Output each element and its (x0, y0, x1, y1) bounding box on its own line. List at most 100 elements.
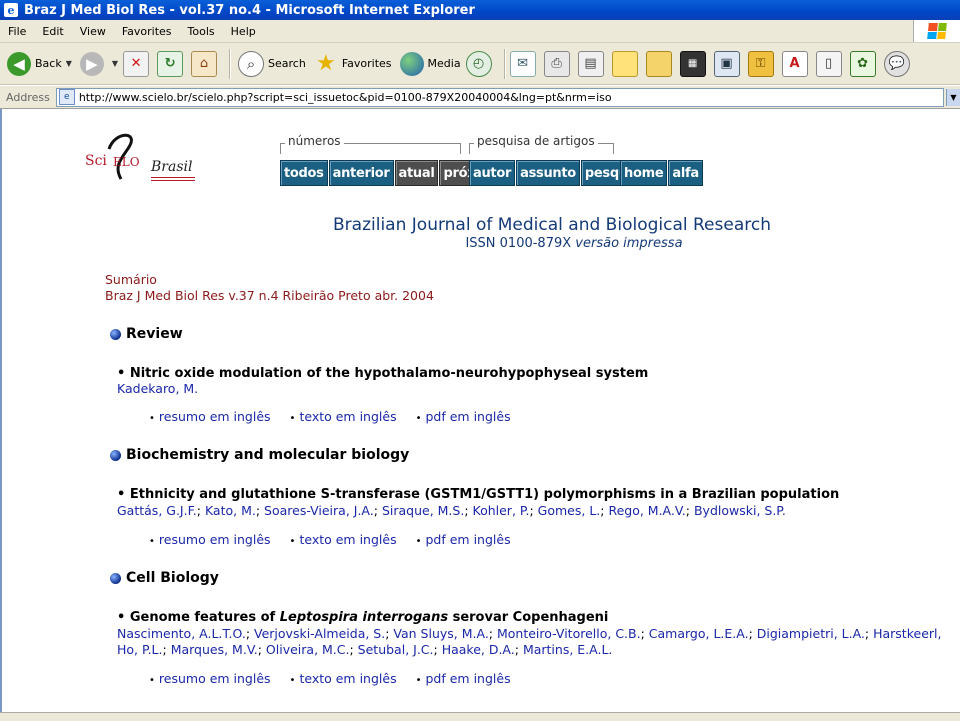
pdf-link[interactable]: • pdf em inglês (416, 409, 511, 424)
author-link[interactable]: Verjovski-Almeida, S. (254, 626, 385, 641)
author-link[interactable]: Nascimento, A.L.T.O. (117, 626, 246, 641)
device-icon[interactable]: ▯ (815, 50, 842, 77)
author-link[interactable]: Camargo, L.E.A. (649, 626, 749, 641)
author-link[interactable]: Monteiro-Vitorello, C.B. (497, 626, 641, 641)
author-link[interactable]: Soares-Vieira, J.A. (264, 503, 374, 518)
home-icon[interactable]: ⌂ (191, 50, 218, 77)
assunto-button[interactable]: assunto (516, 160, 580, 186)
resumo-link[interactable]: • resumo em inglês (149, 409, 271, 424)
article-title: • Genome features of Leptospira interrog… (117, 610, 608, 625)
address-url[interactable]: http://www.scielo.br/scielo.php?script=s… (79, 91, 612, 104)
edit-icon[interactable]: ▤ (577, 50, 604, 77)
back-button[interactable]: ◀ Back ▼ (4, 47, 75, 81)
author-link[interactable]: Setubal, J.C. (358, 642, 434, 657)
home-buttons: home alfa (620, 160, 703, 186)
atual-button[interactable]: atual (394, 160, 439, 186)
menu-edit[interactable]: Edit (34, 25, 71, 38)
author-link[interactable]: Siraque, M.S. (382, 503, 464, 518)
author-link[interactable]: Van Sluys, M.A. (393, 626, 488, 641)
folder-icon[interactable] (645, 50, 672, 77)
section-heading: Review (110, 326, 183, 342)
article-title-species: Leptospira interrogans (279, 610, 449, 625)
key-icon[interactable]: ⚿ (747, 50, 774, 77)
chevron-down-icon[interactable]: ▼ (66, 59, 72, 68)
discuss-icon[interactable]: 💬 (883, 50, 910, 77)
menu-view[interactable]: View (72, 25, 114, 38)
pdf-link[interactable]: • pdf em inglês (416, 671, 511, 686)
search-label: Search (268, 57, 306, 70)
alfa-button[interactable]: alfa (668, 160, 703, 186)
menu-file[interactable]: File (0, 25, 34, 38)
section-heading: Biochemistry and molecular biology (110, 447, 409, 463)
author-link[interactable]: Bydlowski, S.P. (694, 503, 786, 518)
issn-number: ISSN 0100-879X (465, 236, 572, 251)
refresh-icon[interactable]: ↻ (157, 50, 184, 77)
author-link[interactable]: Marques, M.V. (171, 642, 258, 657)
author-link[interactable]: Haake, D.A. (442, 642, 515, 657)
bullet-icon: • (117, 610, 130, 625)
author-link[interactable]: Digiampietri, L.A. (757, 626, 865, 641)
mail-icon[interactable]: ✉ (509, 50, 536, 77)
toolbar-divider (503, 48, 506, 79)
chevron-down-icon[interactable]: ▼ (112, 59, 118, 68)
favorites-button[interactable]: ★ Favorites (311, 47, 395, 81)
author-link[interactable]: Kohler, P. (473, 503, 530, 518)
author-link[interactable]: Harstkeerl, (873, 626, 941, 641)
address-label: Address (6, 90, 50, 104)
anterior-button[interactable]: anterior (328, 160, 394, 186)
print-icon[interactable]: ⎙ (543, 50, 570, 77)
stop-icon[interactable]: ✕ (123, 50, 150, 77)
article-title: • Nitric oxide modulation of the hypotha… (117, 366, 648, 381)
logo-brasil: Brasil (151, 159, 193, 175)
chevron-down-icon[interactable]: ▼ (946, 88, 960, 106)
author-link[interactable]: Gomes, L. (538, 503, 601, 518)
text-icon[interactable]: A (781, 50, 808, 77)
texto-link[interactable]: • texto em inglês (290, 532, 397, 547)
forward-arrow-icon: ▶ (79, 51, 104, 76)
history-icon[interactable]: ◴ (465, 50, 492, 77)
star-icon: ★ (315, 51, 336, 76)
scielo-logo[interactable]: Sci ELO Brasil (85, 129, 200, 189)
resumo-link[interactable]: • resumo em inglês (149, 532, 271, 547)
logo-elo: ELO (113, 155, 140, 169)
resumo-link[interactable]: • resumo em inglês (149, 671, 271, 686)
section-title: Review (126, 326, 183, 342)
menu-bar: File Edit View Favorites Tools Help (0, 20, 960, 43)
author-link[interactable]: Martins, E.A.L. (523, 642, 612, 657)
author-link[interactable]: Kato, M. (205, 503, 256, 518)
author-link[interactable]: Oliveira, M.C. (266, 642, 350, 657)
messenger-icon[interactable]: ✿ (849, 50, 876, 77)
numeros-legend: números (285, 134, 344, 148)
home-button[interactable]: home (620, 160, 668, 186)
article-authors: Kadekaro, M. (117, 381, 198, 396)
summary-label: Sumário (105, 272, 157, 287)
media-button[interactable]: Media (397, 47, 464, 81)
summary-issue: Braz J Med Biol Res v.37 n.4 Ribeirão Pr… (105, 288, 434, 303)
texto-link[interactable]: • texto em inglês (290, 409, 397, 424)
author-link[interactable]: Rego, M.A.V. (608, 503, 685, 518)
autor-button[interactable]: autor (469, 160, 516, 186)
search-icon: ⌕ (238, 50, 265, 77)
menu-favorites[interactable]: Favorites (114, 25, 180, 38)
article-title-text: Nitric oxide modulation of the hypothala… (129, 366, 649, 381)
article-title-prefix: Genome features of (129, 610, 276, 625)
article-title-text: Ethnicity and glutathione S-transferase … (129, 487, 840, 502)
pdf-link[interactable]: • pdf em inglês (416, 532, 511, 547)
monitor-icon[interactable]: ▣ (713, 50, 740, 77)
texto-link[interactable]: • texto em inglês (290, 671, 397, 686)
notes-icon[interactable] (611, 50, 638, 77)
author-link[interactable]: Ho, P.L. (117, 642, 163, 657)
menu-tools[interactable]: Tools (180, 25, 223, 38)
author-link[interactable]: Gattás, G.J.F. (117, 503, 197, 518)
journal-title: Brazilian Journal of Medical and Biologi… (333, 215, 771, 235)
chip-icon[interactable]: ▦ (679, 50, 706, 77)
author-link[interactable]: Kadekaro, M. (117, 381, 198, 396)
favorites-label: Favorites (341, 57, 392, 70)
address-field[interactable]: e http://www.scielo.br/scielo.php?script… (55, 87, 944, 107)
bullet-ball-icon (110, 449, 121, 461)
todos-button[interactable]: todos (280, 160, 328, 186)
article-authors: Ho, P.L.; Marques, M.V.; Oliveira, M.C.;… (117, 642, 613, 657)
search-button[interactable]: ⌕ Search (235, 47, 309, 81)
forward-button[interactable]: ▶ ▼ (77, 47, 121, 81)
menu-help[interactable]: Help (223, 25, 264, 38)
